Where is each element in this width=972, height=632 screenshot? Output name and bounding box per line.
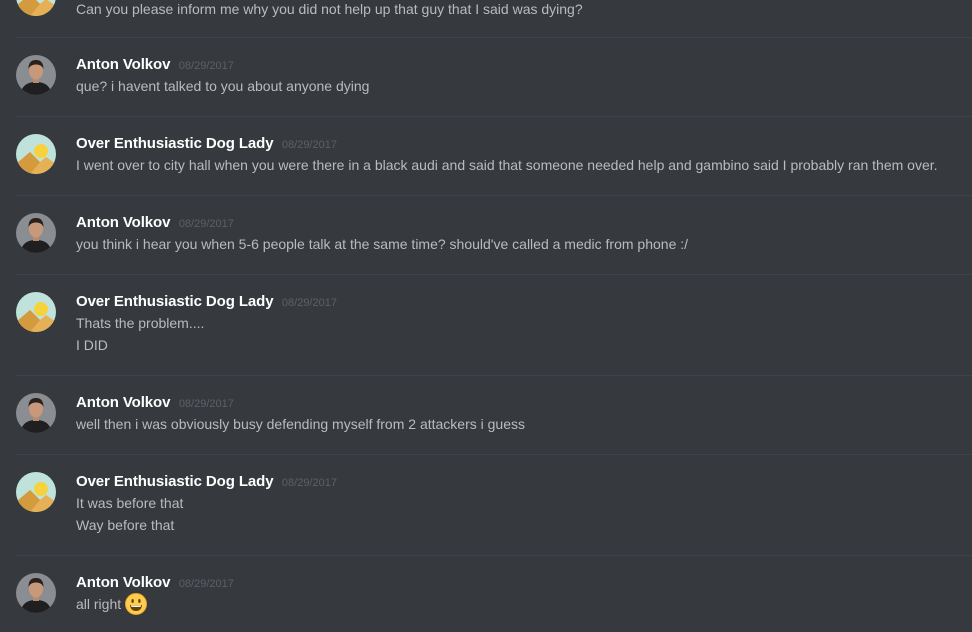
message-author[interactable]: Over Enthusiastic Dog Lady (76, 473, 274, 490)
man-avatar-icon (16, 393, 56, 433)
message-timestamp: 08/29/2017 (178, 218, 234, 230)
message-line: all right (76, 593, 962, 616)
desert-avatar-icon (16, 0, 56, 16)
message-text: well then i was obviously busy defending… (76, 416, 525, 432)
message-group: Over Enthusiastic Dog Lady 08/29/2017 It… (16, 455, 972, 556)
message-text: I went over to city hall when you were t… (76, 157, 938, 173)
message-text: you think i hear you when 5-6 people tal… (76, 236, 689, 252)
message-timestamp: 08/29/2017 (281, 297, 337, 309)
message-text: I DID (76, 337, 108, 353)
user-avatar[interactable] (16, 213, 56, 253)
message-group: Over Enthusiastic Dog Lady 08/29/2017 I … (16, 117, 972, 196)
message-author[interactable]: Over Enthusiastic Dog Lady (76, 293, 274, 310)
message-timestamp: 08/29/2017 (178, 398, 234, 410)
message-timestamp: 08/29/2017 (178, 60, 234, 72)
message-text: Way before that (76, 517, 175, 533)
desert-avatar-icon (16, 134, 56, 174)
message-author[interactable]: Anton Volkov (76, 56, 170, 73)
message-group: Anton Volkov 08/29/2017 all right (16, 556, 972, 632)
chat-message-list[interactable]: Can you please inform me why you did not… (0, 0, 972, 632)
message-group: Anton Volkov 08/29/2017 you think i hear… (16, 196, 972, 275)
message-author[interactable]: Over Enthusiastic Dog Lady (76, 135, 274, 152)
message-group: Anton Volkov 08/29/2017 que? i havent ta… (16, 38, 972, 117)
message-text: It was before that (76, 495, 184, 511)
man-avatar-icon (16, 55, 56, 95)
message-author[interactable]: Anton Volkov (76, 214, 170, 231)
message-group: Can you please inform me why you did not… (16, 0, 972, 38)
message-timestamp: 08/29/2017 (178, 578, 234, 590)
message-text: Can you please inform me why you did not… (76, 1, 583, 17)
message-author[interactable]: Anton Volkov (76, 574, 170, 591)
user-avatar[interactable] (16, 472, 56, 512)
man-avatar-icon (16, 213, 56, 253)
user-avatar[interactable] (16, 134, 56, 174)
message-group: Over Enthusiastic Dog Lady 08/29/2017 Th… (16, 275, 972, 376)
message-timestamp: 08/29/2017 (281, 139, 337, 151)
user-avatar[interactable] (16, 0, 56, 16)
user-avatar[interactable] (16, 292, 56, 332)
user-avatar[interactable] (16, 573, 56, 613)
smiley-emoji-icon[interactable] (125, 593, 148, 616)
message-group: Anton Volkov 08/29/2017 well then i was … (16, 376, 972, 455)
message-text: que? i havent talked to you about anyone… (76, 78, 370, 94)
message-author[interactable]: Anton Volkov (76, 394, 170, 411)
desert-avatar-icon (16, 472, 56, 512)
message-timestamp: 08/29/2017 (281, 477, 337, 489)
desert-avatar-icon (16, 292, 56, 332)
message-text: all right (76, 596, 122, 612)
user-avatar[interactable] (16, 55, 56, 95)
message-text: Thats the problem.... (76, 315, 205, 331)
user-avatar[interactable] (16, 393, 56, 433)
man-avatar-icon (16, 573, 56, 613)
